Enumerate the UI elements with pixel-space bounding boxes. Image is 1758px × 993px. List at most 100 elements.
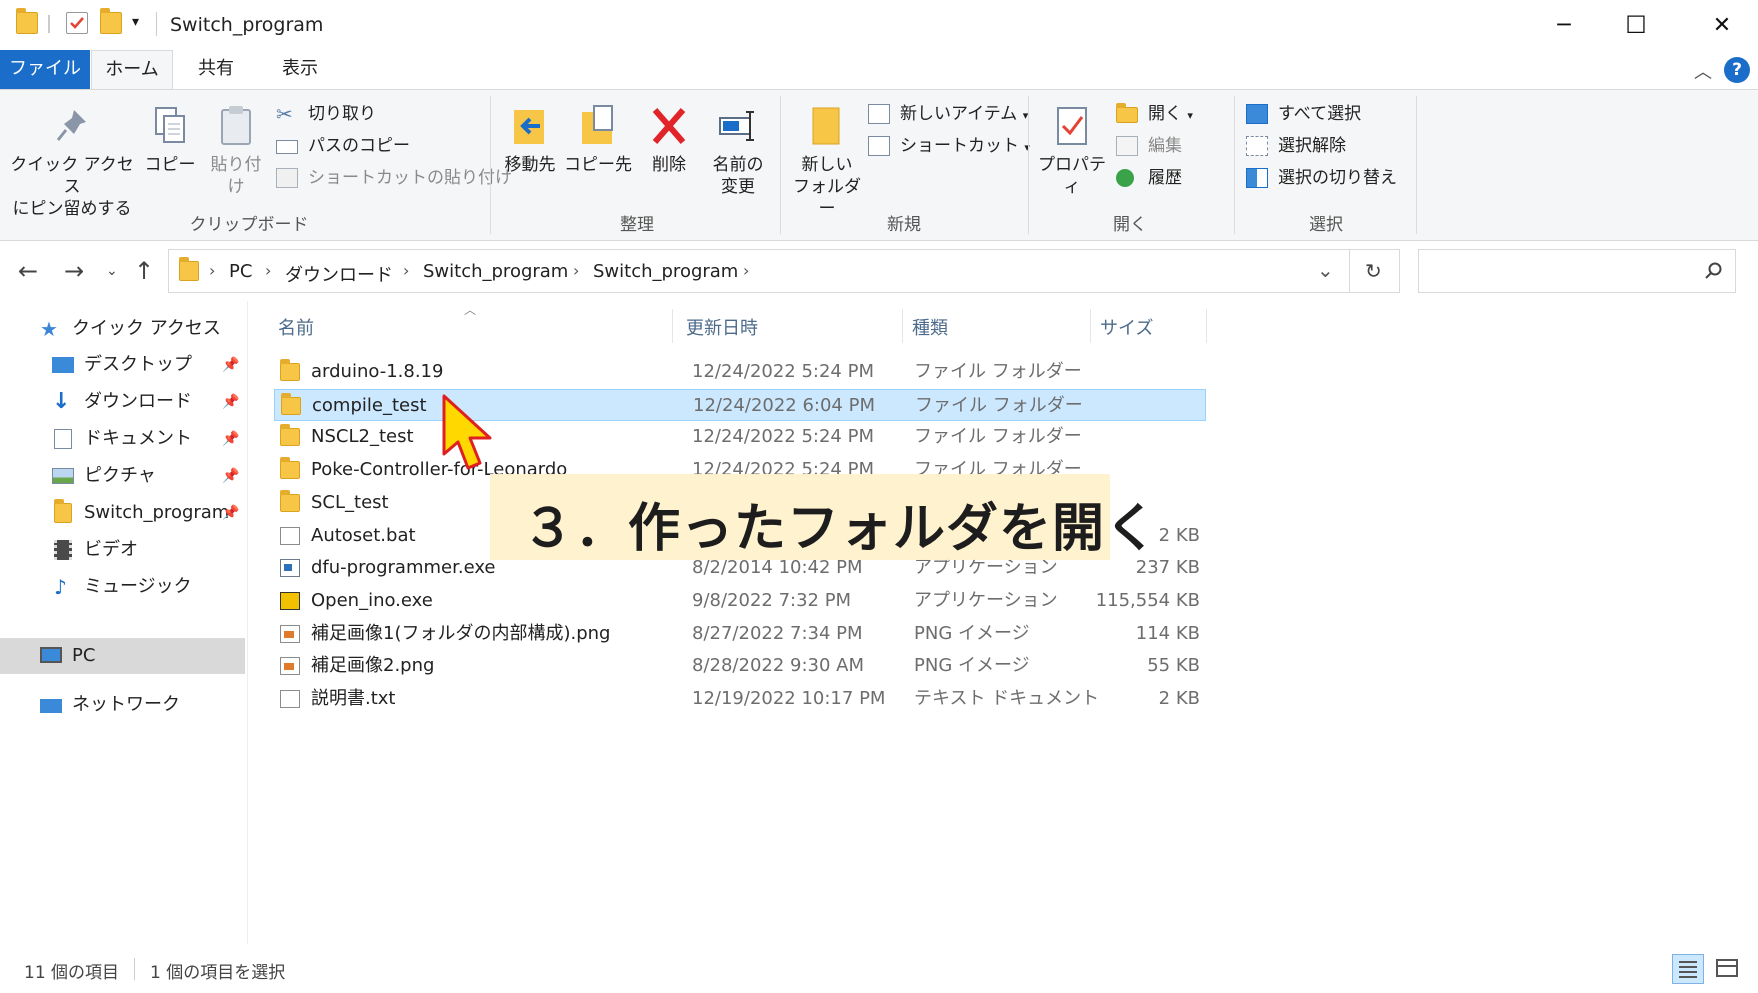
column-header-size[interactable]: サイズ (1100, 314, 1153, 340)
edit-button[interactable]: 編集 (1116, 132, 1182, 160)
file-row[interactable]: NSCL2_test 12/24/2022 5:24 PM ファイル フォルダー (274, 421, 1206, 453)
tab-view[interactable]: 表示 (264, 50, 336, 90)
paste-button[interactable]: 貼り付け (204, 104, 268, 198)
nav-item-music[interactable]: ♪ ミュージック (0, 569, 245, 605)
up-arrow-icon[interactable]: ↑ (134, 257, 154, 285)
nav-item-downloads[interactable]: ↓ ダウンロード 📌 (0, 384, 245, 420)
file-date: 12/19/2022 10:17 PM (692, 688, 886, 709)
chevron-right-icon[interactable]: › (265, 261, 271, 280)
item-count: 11 個の項目 (24, 963, 120, 983)
pin-icon[interactable]: 📌 (222, 384, 239, 420)
invert-selection-button[interactable]: 選択の切り替え (1246, 164, 1397, 192)
column-header-name[interactable]: 名前 (278, 314, 314, 340)
breadcrumb-switch-program-current[interactable]: Switch_program (593, 261, 738, 282)
pin-to-quick-access-button[interactable]: クイック アクセス にピン留めする (10, 104, 134, 220)
easy-access-button[interactable]: ショートカット ▾ (868, 132, 1030, 160)
pin-icon[interactable]: 📌 (222, 347, 239, 383)
large-icons-view-icon[interactable] (1712, 954, 1744, 984)
column-header-type[interactable]: 種類 (912, 314, 948, 340)
column-divider[interactable] (1206, 309, 1207, 343)
rename-button[interactable]: 名前の 変更 (704, 104, 772, 198)
properties-button[interactable]: プロパティ (1034, 104, 1110, 198)
open-button[interactable]: 開く ▾ (1116, 100, 1193, 128)
breadcrumb-downloads[interactable]: ダウンロード (285, 261, 393, 287)
nav-item-pc[interactable]: PC (0, 638, 245, 674)
instruction-text: ３．作ったフォルダを開く (522, 499, 1159, 559)
file-type: PNG イメージ (914, 655, 1030, 677)
nav-item-label: ピクチャ (84, 465, 156, 486)
move-to-button[interactable]: 移動先 (498, 104, 562, 176)
column-divider[interactable] (1090, 309, 1091, 343)
group-divider (1028, 96, 1029, 234)
column-divider[interactable] (672, 309, 673, 343)
nav-item-pictures[interactable]: ピクチャ 📌 (0, 458, 245, 494)
pin-icon[interactable]: 📌 (222, 495, 239, 531)
delete-button[interactable]: 削除 (640, 104, 698, 176)
breadcrumb-pc[interactable]: PC (229, 261, 252, 282)
nav-item-switch-program[interactable]: Switch_program 📌 (0, 495, 245, 531)
file-row[interactable]: Open_ino.exe 9/8/2022 7:32 PM アプリケーション 115,… (274, 585, 1206, 617)
nav-item-network[interactable]: ネットワーク (0, 687, 245, 723)
minimize-button[interactable]: ─ (1528, 0, 1600, 50)
nav-item-desktop[interactable]: デスクトップ 📌 (0, 347, 245, 383)
nav-item-documents[interactable]: ドキュメント 📌 (0, 421, 245, 457)
file-row[interactable]: arduino-1.8.19 12/24/2022 5:24 PM ファイル フォル… (274, 356, 1206, 388)
address-bar[interactable]: › PC › ダウンロード › Switch_program › Switch_… (168, 249, 1400, 293)
paste-shortcut-button[interactable]: ショートカットの貼り付け (276, 164, 512, 192)
customize-quick-access-icon[interactable]: ▾ (132, 14, 139, 30)
nav-quick-access[interactable]: ★ クイック アクセス (0, 311, 245, 347)
file-row[interactable]: 説明書.txt 12/19/2022 10:17 PM テキスト ドキュメント 2 K… (274, 683, 1206, 715)
dropdown-arrow-icon: ▾ (1187, 109, 1193, 122)
new-folder-quick-icon[interactable] (100, 8, 122, 34)
ribbon: クイック アクセス にピン留めする コピー 貼り付け ✂ 切り取り パスのコピー… (0, 89, 1758, 241)
recent-locations-icon[interactable]: ⌄ (106, 263, 118, 279)
properties-label: プロパティ (1038, 155, 1106, 197)
edit-icon (1116, 136, 1138, 156)
file-row[interactable]: compile_test 12/24/2022 6:04 PM ファイル フォルダー (274, 388, 1206, 421)
tab-home[interactable]: ホーム (91, 50, 173, 91)
chevron-right-icon[interactable]: › (573, 261, 579, 280)
navigation-pane: ★ クイック アクセス デスクトップ 📌 ↓ ダウンロード 📌 ドキュメント 📌… (0, 301, 248, 944)
search-icon (1705, 262, 1722, 279)
pin-icon[interactable]: 📌 (222, 458, 239, 494)
chevron-right-icon[interactable]: › (743, 261, 749, 280)
back-arrow-icon[interactable]: ← (18, 257, 38, 285)
tab-file[interactable]: ファイル (0, 50, 90, 90)
new-folder-button[interactable]: 新しい フォルダー (786, 104, 868, 220)
column-header-date[interactable]: 更新日時 (686, 314, 758, 340)
file-date: 8/28/2022 9:30 AM (692, 655, 865, 677)
maximize-button[interactable]: ☐ (1600, 0, 1672, 50)
properties-quick-icon[interactable] (66, 12, 88, 34)
collapse-ribbon-icon[interactable]: ︿ (1694, 58, 1712, 84)
paste-shortcut-label: ショートカットの貼り付け (308, 168, 512, 188)
scissors-icon: ✂ (276, 102, 293, 126)
select-all-button[interactable]: すべて選択 (1246, 100, 1361, 128)
history-button[interactable]: 履歴 (1116, 164, 1182, 192)
search-input[interactable] (1418, 249, 1736, 293)
copy-button[interactable]: コピー (140, 104, 200, 176)
tab-share[interactable]: 共有 (180, 50, 252, 90)
file-row[interactable]: 補足画像2.png 8/28/2022 9:30 AM PNG イメージ 55 KB (274, 650, 1206, 682)
video-icon (54, 540, 72, 560)
nav-item-label: ダウンロード (84, 391, 192, 412)
chevron-right-icon[interactable]: › (403, 261, 409, 280)
forward-arrow-icon[interactable]: → (64, 257, 84, 285)
pin-icon[interactable]: 📌 (222, 421, 239, 457)
close-button[interactable]: ✕ (1686, 0, 1758, 50)
cut-button[interactable]: ✂ 切り取り (276, 100, 376, 128)
select-none-button[interactable]: 選択解除 (1246, 132, 1346, 160)
details-view-icon[interactable] (1672, 954, 1704, 984)
refresh-icon[interactable]: ↻ (1365, 259, 1382, 283)
file-row[interactable]: 補足画像1(フォルダの内部構成).png 8/27/2022 7:34 PM PNG… (274, 618, 1206, 650)
new-item-button[interactable]: 新しいアイテム ▾ (868, 100, 1028, 128)
column-divider[interactable] (902, 309, 903, 343)
history-icon (1116, 169, 1134, 187)
chevron-down-icon[interactable]: ⌄ (1317, 258, 1334, 282)
copy-path-button[interactable]: パスのコピー (276, 132, 410, 160)
selection-count: 1 個の項目を選択 (150, 963, 286, 983)
nav-item-videos[interactable]: ビデオ (0, 532, 245, 568)
copy-to-button[interactable]: コピー先 (564, 104, 632, 176)
breadcrumb-switch-program[interactable]: Switch_program (423, 261, 568, 282)
file-type: PNG イメージ (914, 622, 1030, 644)
help-icon[interactable]: ? (1724, 57, 1750, 83)
